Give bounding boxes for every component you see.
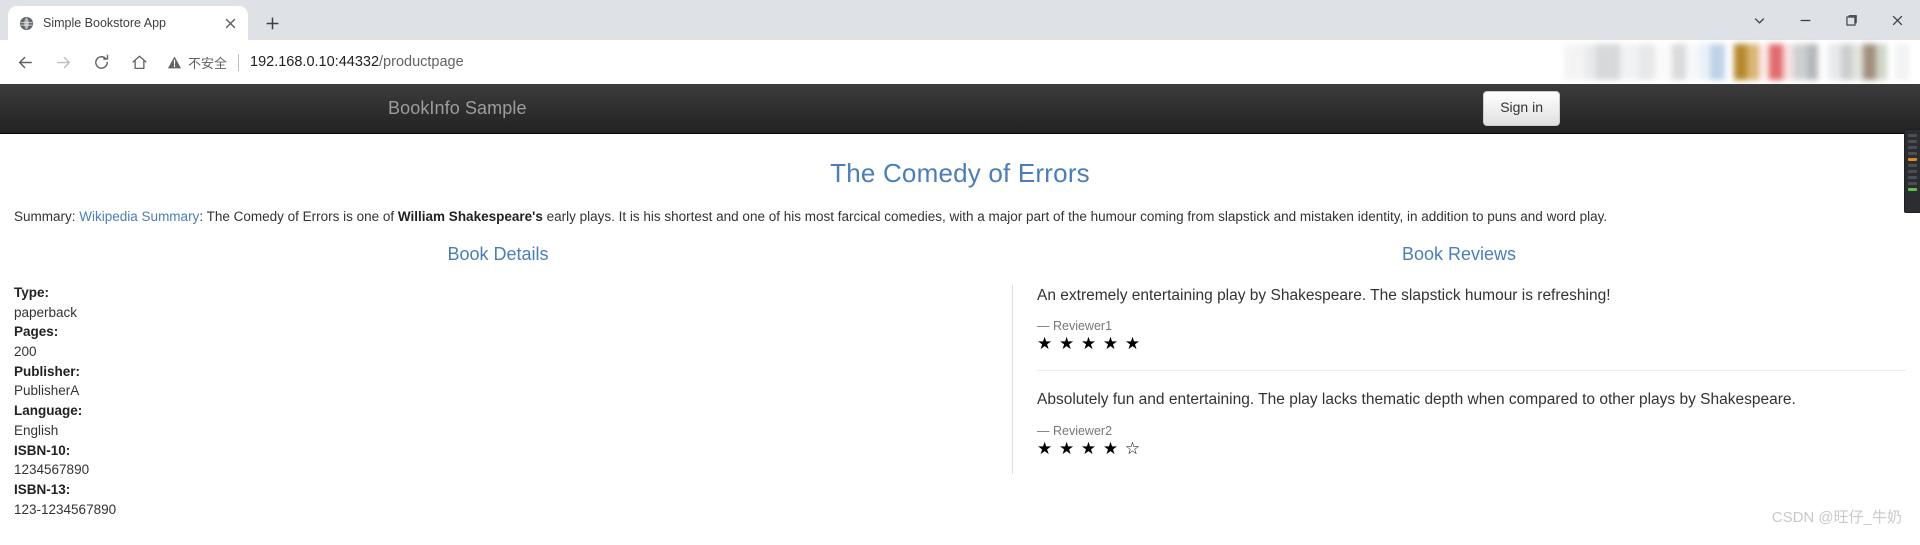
security-chip[interactable]: 不安全	[166, 53, 227, 72]
star-rating-icon: ★ ★ ★ ★ ★	[1037, 334, 1142, 354]
close-icon[interactable]	[222, 15, 238, 31]
globe-icon	[18, 15, 34, 31]
detail-value-isbn10: 1234567890	[14, 462, 90, 478]
detail-label-pages: Pages:	[14, 324, 59, 340]
minimap-row	[1908, 170, 1917, 173]
tab-strip: Simple Bookstore App	[0, 0, 1920, 40]
review-text: An extremely entertaining play by Shakes…	[1037, 286, 1611, 304]
home-icon[interactable]	[122, 45, 156, 79]
detail-value-language: English	[14, 422, 59, 438]
book-details-column: Book Details Type: paperback Pages: 200 …	[14, 244, 994, 519]
detail-label-type: Type:	[14, 284, 50, 300]
review-item: An extremely entertaining play by Shakes…	[1037, 285, 1906, 370]
sign-in-button[interactable]: Sign in	[1483, 91, 1560, 126]
detail-value-type: paperback	[14, 304, 78, 320]
book-reviews-heading: Book Reviews	[1401, 243, 1517, 264]
minimize-icon[interactable]	[1782, 0, 1828, 40]
web-page: BookInfo Sample Sign in The Comedy of Er…	[0, 84, 1920, 533]
omnibox-divider	[238, 53, 240, 71]
minimap-row	[1908, 146, 1917, 149]
security-status-text: 不安全	[188, 55, 228, 71]
new-tab-button[interactable]	[258, 9, 286, 37]
reviews-list: An extremely entertaining play by Shakes…	[1012, 284, 1906, 475]
scroll-minimap[interactable]	[1904, 129, 1920, 213]
maximize-icon[interactable]	[1828, 0, 1874, 40]
detail-label-publisher: Publisher:	[14, 363, 81, 379]
watermark: CSDN @旺仔_牛奶	[1771, 509, 1902, 526]
tab-title: Simple Bookstore App	[43, 16, 166, 30]
book-details-heading: Book Details	[447, 243, 549, 264]
site-brand[interactable]: BookInfo Sample	[388, 98, 527, 119]
book-details-list: Type: paperback Pages: 200 Publisher: Pu…	[14, 283, 982, 519]
wikipedia-summary-link[interactable]: Wikipedia Summary	[79, 209, 199, 224]
summary-part-1: The Comedy of Errors is one of	[203, 209, 398, 224]
browser-toolbar: 不安全 192.168.0.10:44332/productpage	[0, 40, 1920, 84]
detail-label-isbn10: ISBN-10:	[14, 442, 71, 458]
chevron-down-icon[interactable]	[1736, 0, 1782, 40]
minimap-row	[1908, 164, 1917, 167]
detail-value-publisher: PublisherA	[14, 383, 80, 399]
close-window-icon[interactable]	[1874, 0, 1920, 40]
minimap-row-warning	[1908, 158, 1917, 161]
page-container: The Comedy of Errors Summary: Wikipedia …	[0, 158, 1920, 519]
minimap-row	[1908, 152, 1917, 155]
window-controls	[1736, 0, 1920, 40]
content-columns: Book Details Type: paperback Pages: 200 …	[14, 244, 1906, 519]
minimap-row	[1908, 134, 1917, 137]
browser-tab[interactable]: Simple Bookstore App	[8, 6, 248, 40]
address-bar[interactable]: 不安全 192.168.0.10:44332/productpage	[166, 47, 1912, 77]
review-author: — Reviewer1	[1037, 319, 1113, 334]
minimap-row-success	[1908, 188, 1917, 191]
summary-part-2: early plays. It is his shortest and one …	[542, 209, 1608, 224]
detail-label-isbn13: ISBN-13:	[14, 481, 71, 497]
summary-label: Summary:	[14, 209, 76, 224]
url-host: 192.168.0.10:44332	[250, 54, 380, 70]
page-title: The Comedy of Errors	[830, 158, 1090, 188]
review-item: Absolutely fun and entertaining. The pla…	[1037, 370, 1906, 474]
url-path: /productpage	[379, 54, 464, 70]
book-reviews-column: Book Reviews An extremely entertaining p…	[994, 244, 1906, 519]
detail-label-language: Language:	[14, 403, 83, 419]
summary-author: William Shakespeare's	[397, 209, 543, 224]
minimap-row	[1908, 176, 1917, 179]
reload-icon[interactable]	[84, 45, 118, 79]
browser-chrome: Simple Bookstore App 不安全 192.168.0.10:44…	[0, 0, 1920, 84]
warning-triangle-icon	[166, 54, 182, 70]
forward-arrow-icon[interactable]	[46, 45, 80, 79]
back-arrow-icon[interactable]	[8, 45, 42, 79]
detail-value-isbn13: 123-1234567890	[14, 501, 117, 517]
review-author: — Reviewer2	[1037, 423, 1113, 438]
minimap-row	[1908, 182, 1917, 185]
book-summary: Summary: Wikipedia Summary: The Comedy o…	[14, 208, 1906, 227]
site-navbar: BookInfo Sample Sign in	[0, 84, 1920, 134]
minimap-row	[1908, 140, 1917, 143]
star-rating-icon: ★ ★ ★ ★ ☆	[1037, 438, 1142, 458]
url-text[interactable]: 192.168.0.10:44332/productpage	[250, 54, 464, 70]
detail-value-pages: 200	[14, 344, 37, 359]
review-text: Absolutely fun and entertaining. The pla…	[1037, 391, 1796, 409]
